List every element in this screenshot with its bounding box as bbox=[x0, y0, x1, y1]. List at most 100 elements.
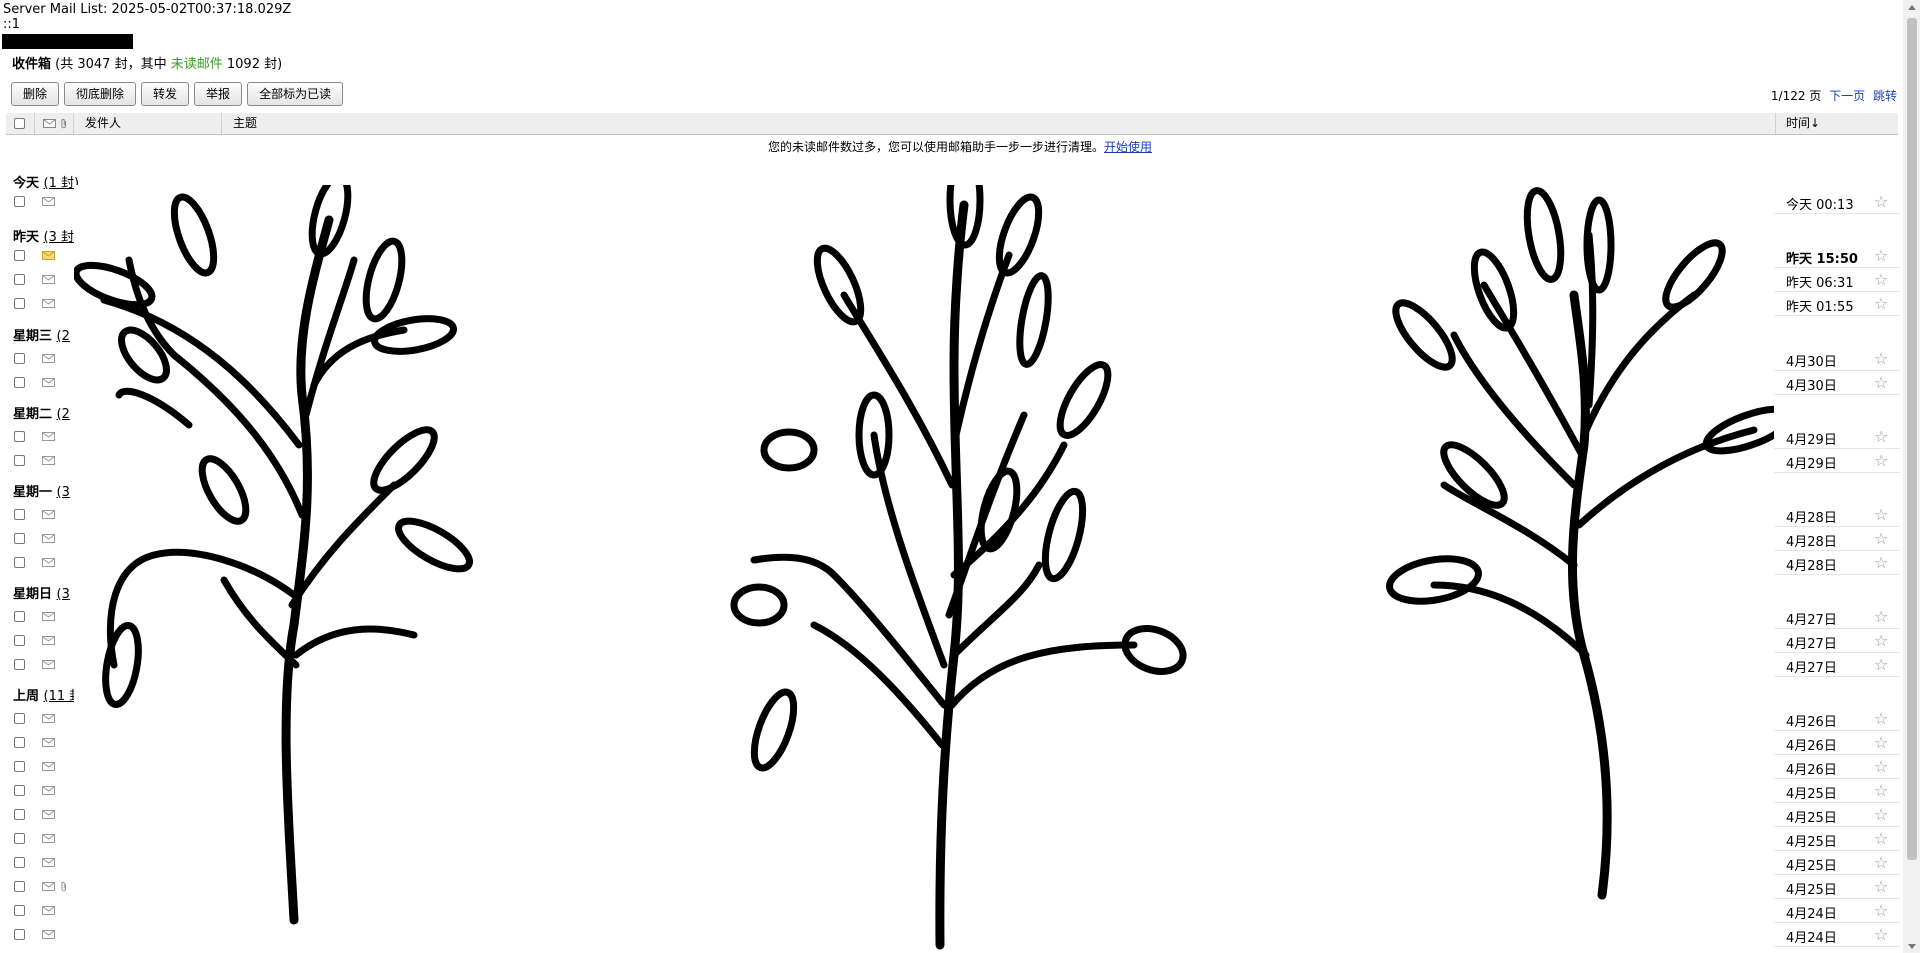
row-checkbox[interactable] bbox=[14, 857, 25, 868]
read-envelope-icon bbox=[42, 786, 55, 795]
star-icon[interactable]: ☆ bbox=[1874, 373, 1888, 392]
row-checkbox[interactable] bbox=[14, 455, 25, 466]
date-group-label[interactable]: 星期一 (3 bbox=[13, 481, 70, 500]
row-divider bbox=[1774, 574, 1900, 575]
read-envelope-icon bbox=[42, 636, 55, 645]
date-group-label[interactable]: 今天 (1 封) bbox=[13, 172, 79, 191]
star-icon[interactable]: ☆ bbox=[1874, 505, 1888, 524]
star-icon[interactable]: ☆ bbox=[1874, 553, 1888, 572]
row-checkbox[interactable] bbox=[14, 713, 25, 724]
star-icon[interactable]: ☆ bbox=[1874, 805, 1888, 824]
read-envelope-icon bbox=[42, 558, 55, 567]
date-group-title: 星期二 bbox=[13, 407, 53, 422]
row-checkbox[interactable] bbox=[14, 809, 25, 820]
header-divider bbox=[34, 113, 35, 134]
date-group-title: 今天 bbox=[13, 176, 40, 191]
read-envelope-icon bbox=[42, 534, 55, 543]
star-icon[interactable]: ☆ bbox=[1874, 451, 1888, 470]
time-column-header[interactable]: 时间↓ bbox=[1786, 113, 1820, 134]
date-group-count[interactable]: (2 bbox=[57, 329, 70, 344]
row-checkbox[interactable] bbox=[14, 509, 25, 520]
scroll-up-arrow-icon[interactable] bbox=[1908, 5, 1916, 10]
subject-column-header[interactable]: 主题 bbox=[233, 113, 257, 134]
date-group-count[interactable]: (3 封 bbox=[44, 230, 74, 245]
mail-time: 4月25日 bbox=[1786, 811, 1837, 826]
star-icon[interactable]: ☆ bbox=[1874, 757, 1888, 776]
star-icon[interactable]: ☆ bbox=[1874, 901, 1888, 920]
row-checkbox[interactable] bbox=[14, 353, 25, 364]
next-page-link[interactable]: 下一页 bbox=[1829, 89, 1865, 103]
date-group-label[interactable]: 星期三 (2 bbox=[13, 325, 70, 344]
row-checkbox[interactable] bbox=[14, 659, 25, 670]
unread-count-link[interactable]: 未读邮件 bbox=[171, 57, 223, 72]
row-checkbox[interactable] bbox=[14, 833, 25, 844]
scroll-down-arrow-icon[interactable] bbox=[1908, 944, 1916, 949]
scroll-thumb[interactable] bbox=[1907, 18, 1917, 860]
date-group-label[interactable]: 昨天 (3 封 bbox=[13, 226, 74, 245]
delete-button[interactable]: 删除 bbox=[11, 82, 60, 106]
forward-button[interactable]: 转发 bbox=[141, 82, 190, 106]
row-checkbox[interactable] bbox=[14, 761, 25, 772]
date-group-count[interactable]: (2 bbox=[57, 407, 70, 422]
star-icon[interactable]: ☆ bbox=[1874, 733, 1888, 752]
row-checkbox[interactable] bbox=[14, 611, 25, 622]
read-envelope-icon bbox=[42, 612, 55, 621]
report-button[interactable]: 举报 bbox=[194, 82, 243, 106]
star-icon[interactable]: ☆ bbox=[1874, 829, 1888, 848]
row-checkbox[interactable] bbox=[14, 533, 25, 544]
row-checkbox[interactable] bbox=[14, 881, 25, 892]
date-group-label[interactable]: 星期二 (2 bbox=[13, 403, 70, 422]
pager: 1/122 页 下一页 跳转 bbox=[1771, 87, 1897, 104]
read-envelope-icon bbox=[42, 858, 55, 867]
delete-permanently-button[interactable]: 彻底删除 bbox=[64, 82, 137, 106]
row-divider bbox=[1774, 394, 1900, 395]
row-checkbox[interactable] bbox=[14, 737, 25, 748]
select-all-checkbox[interactable] bbox=[14, 118, 25, 129]
star-icon[interactable]: ☆ bbox=[1874, 294, 1888, 313]
sender-column-header[interactable]: 发件人 bbox=[85, 113, 121, 134]
read-envelope-icon bbox=[42, 275, 55, 284]
star-icon[interactable]: ☆ bbox=[1874, 349, 1888, 368]
jump-link[interactable]: 跳转 bbox=[1873, 89, 1897, 103]
star-icon[interactable]: ☆ bbox=[1874, 655, 1888, 674]
mail-time: 4月26日 bbox=[1786, 715, 1837, 730]
star-icon[interactable]: ☆ bbox=[1874, 427, 1888, 446]
date-group-label[interactable]: 星期日 (3 bbox=[13, 583, 70, 602]
start-cleanup-link[interactable]: 开始使用 bbox=[1104, 140, 1152, 154]
mark-all-read-button[interactable]: 全部标为已读 bbox=[247, 82, 344, 106]
read-envelope-icon bbox=[42, 510, 55, 519]
row-checkbox[interactable] bbox=[14, 785, 25, 796]
star-icon[interactable]: ☆ bbox=[1874, 631, 1888, 650]
attachment-header-icon[interactable] bbox=[60, 118, 68, 129]
row-checkbox[interactable] bbox=[14, 431, 25, 442]
tree-illustration bbox=[74, 185, 1774, 953]
row-checkbox[interactable] bbox=[14, 298, 25, 309]
row-checkbox[interactable] bbox=[14, 250, 25, 261]
vertical-scrollbar[interactable] bbox=[1903, 0, 1920, 953]
row-checkbox[interactable] bbox=[14, 929, 25, 940]
date-group-count[interactable]: (3 bbox=[57, 587, 70, 602]
star-icon[interactable]: ☆ bbox=[1874, 877, 1888, 896]
date-group-count[interactable]: (3 bbox=[57, 485, 70, 500]
row-checkbox[interactable] bbox=[14, 905, 25, 916]
row-checkbox[interactable] bbox=[14, 377, 25, 388]
mail-time: 4月27日 bbox=[1786, 637, 1837, 652]
mail-time: 4月29日 bbox=[1786, 457, 1837, 472]
row-checkbox[interactable] bbox=[14, 635, 25, 646]
star-icon[interactable]: ☆ bbox=[1874, 853, 1888, 872]
star-icon[interactable]: ☆ bbox=[1874, 192, 1888, 211]
read-status-header-icon[interactable] bbox=[43, 119, 56, 128]
star-icon[interactable]: ☆ bbox=[1874, 781, 1888, 800]
star-icon[interactable]: ☆ bbox=[1874, 925, 1888, 944]
star-icon[interactable]: ☆ bbox=[1874, 246, 1888, 265]
row-checkbox[interactable] bbox=[14, 274, 25, 285]
row-checkbox[interactable] bbox=[14, 557, 25, 568]
date-group-label[interactable]: 上周 (11 封 bbox=[13, 685, 82, 704]
star-icon[interactable]: ☆ bbox=[1874, 709, 1888, 728]
star-icon[interactable]: ☆ bbox=[1874, 529, 1888, 548]
star-icon[interactable]: ☆ bbox=[1874, 607, 1888, 626]
mail-time: 4月30日 bbox=[1786, 355, 1837, 370]
star-icon[interactable]: ☆ bbox=[1874, 270, 1888, 289]
date-group-title: 星期一 bbox=[13, 485, 53, 500]
row-checkbox[interactable] bbox=[14, 196, 25, 207]
